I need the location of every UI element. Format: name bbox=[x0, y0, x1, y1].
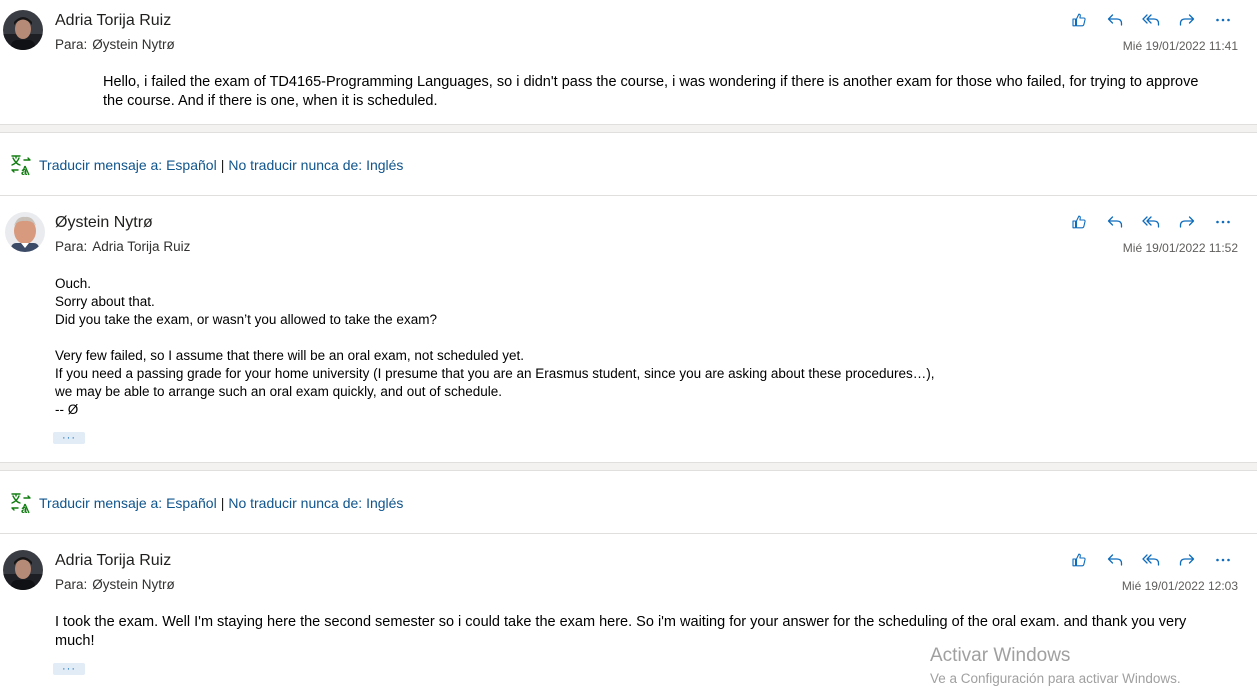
watermark-title: Activar Windows bbox=[930, 645, 1071, 666]
message-date: Mié 19/01/2022 12:03 bbox=[1121, 579, 1238, 593]
more-actions-button[interactable] bbox=[1205, 210, 1241, 234]
recipient-line: Para: Adria Torija Ruiz bbox=[55, 239, 190, 254]
reply-button[interactable] bbox=[1097, 8, 1133, 32]
reply-all-button[interactable] bbox=[1133, 8, 1169, 32]
message-date: Mié 19/01/2022 11:52 bbox=[1122, 241, 1238, 255]
body-line: -- Ø bbox=[55, 402, 79, 417]
show-more-button[interactable]: ··· bbox=[53, 663, 85, 675]
link-separator: | bbox=[220, 495, 225, 511]
message-1: Adria Torija Ruiz Para: Øystein Nytrø Mié… bbox=[0, 0, 1257, 125]
recipient-line: Para: Øystein Nytrø bbox=[55, 577, 175, 592]
like-button[interactable] bbox=[1061, 548, 1097, 572]
translate-links: Traducir mensaje a: Español | No traducir … bbox=[39, 157, 403, 173]
watermark-subtitle: Ve a Configuración para activar Windows. bbox=[930, 671, 1181, 686]
more-actions-button[interactable] bbox=[1205, 8, 1241, 32]
body-line: I took the exam. Well I'm staying here t… bbox=[55, 614, 1187, 630]
reply-all-button[interactable] bbox=[1133, 548, 1169, 572]
message-actions bbox=[1061, 210, 1241, 234]
translate-bar: a Traducir mensaje a: Español | No traduci… bbox=[0, 472, 1257, 534]
to-label: Para: bbox=[55, 37, 88, 52]
translate-message-link[interactable]: Traducir mensaje a: Español bbox=[39, 157, 217, 173]
body-line: Did you take the exam, or wasn’t you all… bbox=[55, 312, 437, 327]
thumbs-up-icon bbox=[1072, 13, 1086, 27]
forward-icon bbox=[1179, 554, 1195, 566]
body-line: the course. And if there is one, when it… bbox=[103, 93, 438, 109]
body-line bbox=[55, 329, 934, 347]
forward-button[interactable] bbox=[1169, 548, 1205, 572]
show-more-button[interactable]: ··· bbox=[53, 432, 85, 444]
translate-message-link[interactable]: Traducir mensaje a: Español bbox=[39, 495, 217, 511]
thumbs-up-icon bbox=[1072, 215, 1086, 229]
message-actions bbox=[1061, 8, 1241, 32]
reply-button[interactable] bbox=[1097, 548, 1133, 572]
body-line: Ouch. bbox=[55, 276, 92, 291]
translate-links: Traducir mensaje a: Español | No traducir … bbox=[39, 495, 403, 511]
message-2: Øystein Nytrø Para: Adria Torija Ruiz Mié… bbox=[0, 196, 1257, 462]
reply-button[interactable] bbox=[1097, 210, 1133, 234]
message-date: Mié 19/01/2022 11:41 bbox=[1122, 39, 1238, 53]
recipient-name[interactable]: Øystein Nytrø bbox=[92, 37, 175, 52]
recipient-name[interactable]: Adria Torija Ruiz bbox=[92, 239, 190, 254]
more-icon bbox=[1216, 220, 1230, 224]
recipient-name[interactable]: Øystein Nytrø bbox=[92, 577, 175, 592]
forward-button[interactable] bbox=[1169, 8, 1205, 32]
body-line: Sorry about that. bbox=[55, 294, 155, 309]
translate-icon: a bbox=[11, 493, 31, 514]
activation-watermark: Activar Windows Ve a Configuración para … bbox=[930, 644, 1181, 686]
message-body: Ouch. Sorry about that. Did you take the… bbox=[55, 275, 934, 419]
reply-icon bbox=[1107, 554, 1123, 566]
link-separator: | bbox=[220, 157, 225, 173]
message-actions bbox=[1061, 548, 1241, 572]
reply-all-button[interactable] bbox=[1133, 210, 1169, 234]
like-button[interactable] bbox=[1061, 8, 1097, 32]
sender-name[interactable]: Adria Torija Ruiz bbox=[55, 12, 171, 30]
body-line: If you need a passing grade for your hom… bbox=[55, 366, 935, 381]
avatar[interactable] bbox=[3, 10, 43, 50]
more-icon bbox=[1216, 558, 1230, 562]
sender-name[interactable]: Adria Torija Ruiz bbox=[55, 552, 171, 570]
message-separator bbox=[0, 124, 1257, 133]
avatar[interactable] bbox=[3, 550, 43, 590]
message-body: Hello, i failed the exam of TD4165-Progr… bbox=[103, 73, 1198, 111]
recipient-line: Para: Øystein Nytrø bbox=[55, 37, 175, 52]
thumbs-up-icon bbox=[1072, 553, 1086, 567]
forward-icon bbox=[1179, 216, 1195, 228]
ellipsis-icon: ··· bbox=[62, 432, 76, 444]
body-line: Very few failed, so I assume that there … bbox=[55, 348, 524, 363]
forward-button[interactable] bbox=[1169, 210, 1205, 234]
translate-bar: a Traducir mensaje a: Español | No traduci… bbox=[0, 134, 1257, 196]
body-line: Hello, i failed the exam of TD4165-Progr… bbox=[103, 74, 1199, 90]
to-label: Para: bbox=[55, 577, 88, 592]
reply-all-icon bbox=[1142, 14, 1160, 26]
never-translate-link[interactable]: No traducir nunca de: Inglés bbox=[228, 495, 403, 511]
body-line: we may be able to arrange such an oral e… bbox=[55, 384, 503, 399]
reply-all-icon bbox=[1142, 554, 1160, 566]
reply-all-icon bbox=[1142, 216, 1160, 228]
like-button[interactable] bbox=[1061, 210, 1097, 234]
more-actions-button[interactable] bbox=[1205, 548, 1241, 572]
sender-name[interactable]: Øystein Nytrø bbox=[55, 214, 153, 232]
to-label: Para: bbox=[55, 239, 88, 254]
ellipsis-icon: ··· bbox=[62, 663, 76, 675]
more-icon bbox=[1216, 18, 1230, 22]
translate-icon: a bbox=[11, 155, 31, 176]
reply-icon bbox=[1107, 216, 1123, 228]
message-separator bbox=[0, 462, 1257, 471]
never-translate-link[interactable]: No traducir nunca de: Inglés bbox=[228, 157, 403, 173]
avatar[interactable] bbox=[5, 212, 45, 252]
reply-icon bbox=[1107, 14, 1123, 26]
forward-icon bbox=[1179, 14, 1195, 26]
